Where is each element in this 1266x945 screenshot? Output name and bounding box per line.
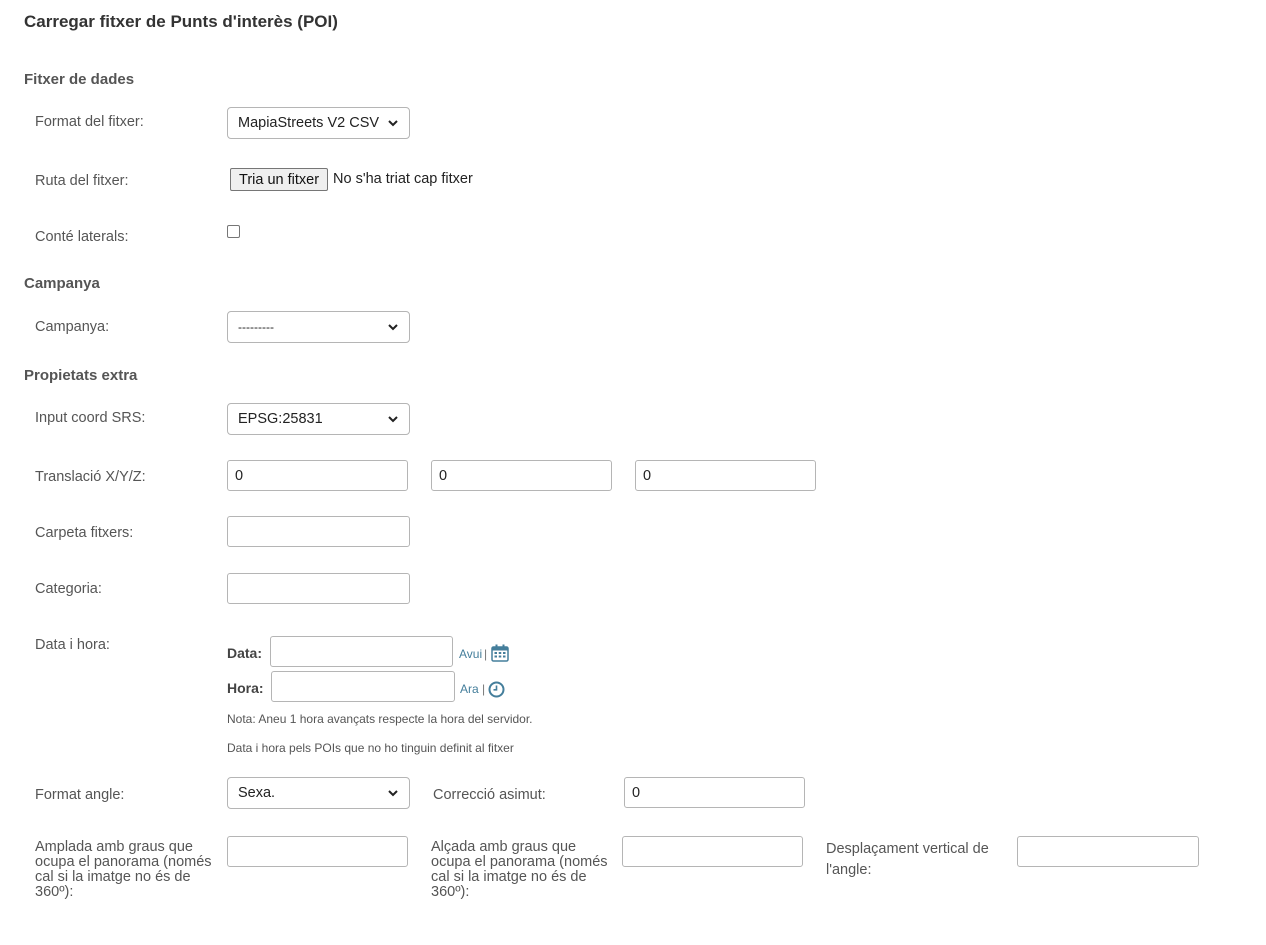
separator: |	[482, 682, 486, 696]
folder-input[interactable]	[227, 516, 410, 547]
angle-format-select[interactable]: Sexa.	[227, 777, 410, 809]
laterals-label: Conté laterals:	[35, 229, 129, 245]
section-campaign: Campanya	[24, 275, 100, 292]
translation-y-input[interactable]: 0	[431, 460, 612, 491]
folder-label: Carpeta fitxers:	[35, 525, 134, 541]
campaign-label: Campanya:	[35, 319, 110, 335]
azimuth-label: Correcció asimut:	[433, 787, 546, 803]
angle-format-label: Format angle:	[35, 787, 125, 803]
azimuth-input[interactable]: 0	[624, 777, 805, 808]
section-data-file: Fitxer de dades	[24, 71, 135, 88]
category-label: Categoria:	[35, 581, 102, 597]
date-label: Data:	[227, 645, 263, 661]
now-link[interactable]: Ara	[460, 682, 479, 696]
path-label: Ruta del fitxer:	[35, 173, 129, 189]
calendar-icon[interactable]	[491, 644, 509, 662]
srs-select[interactable]: EPSG:25831	[227, 403, 410, 435]
vertical-offset-label: Desplaçament vertical de l'angle:	[826, 841, 989, 878]
panorama-width-input[interactable]	[227, 836, 408, 867]
category-input[interactable]	[227, 573, 410, 604]
separator: |	[484, 647, 488, 661]
translation-z-input[interactable]: 0	[635, 460, 816, 491]
panorama-height-label: Alçada amb graus que ocupa el panorama (…	[431, 839, 608, 900]
vertical-offset-input[interactable]	[1017, 836, 1199, 867]
datetime-label: Data i hora:	[35, 637, 110, 653]
timezone-note: Nota: Aneu 1 hora avançats respecte la h…	[227, 712, 533, 726]
panorama-width-label: Amplada amb graus que ocupa el panorama …	[35, 839, 212, 900]
choose-file-button[interactable]: Tria un fitxer	[230, 168, 329, 191]
srs-select-value: EPSG:25831	[238, 411, 323, 427]
chevron-down-icon	[388, 790, 398, 797]
datetime-help: Data i hora pels POIs que no ho tinguin …	[227, 741, 514, 755]
format-select[interactable]: MapiaStreets V2 CSV	[227, 107, 410, 139]
page-title: Carregar fitxer de Punts d'interès (POI)	[24, 12, 338, 31]
translation-x-input[interactable]: 0	[227, 460, 408, 491]
clock-icon[interactable]	[488, 681, 505, 698]
campaign-select[interactable]: ---------	[227, 311, 410, 343]
chevron-down-icon	[388, 120, 398, 127]
panorama-height-input[interactable]	[622, 836, 803, 867]
angle-format-value: Sexa.	[238, 785, 276, 801]
chevron-down-icon	[388, 324, 398, 331]
today-link[interactable]: Avui	[459, 647, 482, 661]
section-extra: Propietats extra	[24, 367, 138, 384]
format-select-value: MapiaStreets V2 CSV	[238, 115, 380, 131]
translation-label: Translació X/Y/Z:	[35, 469, 146, 485]
file-status: No s'ha triat cap fitxer	[333, 171, 473, 187]
srs-label: Input coord SRS:	[35, 410, 146, 426]
campaign-select-value: ---------	[238, 320, 274, 334]
date-input[interactable]	[270, 636, 453, 667]
format-label: Format del fitxer:	[35, 114, 144, 130]
time-input[interactable]	[271, 671, 455, 702]
laterals-checkbox[interactable]	[227, 225, 240, 238]
chevron-down-icon	[388, 416, 398, 423]
time-label: Hora:	[227, 680, 264, 696]
